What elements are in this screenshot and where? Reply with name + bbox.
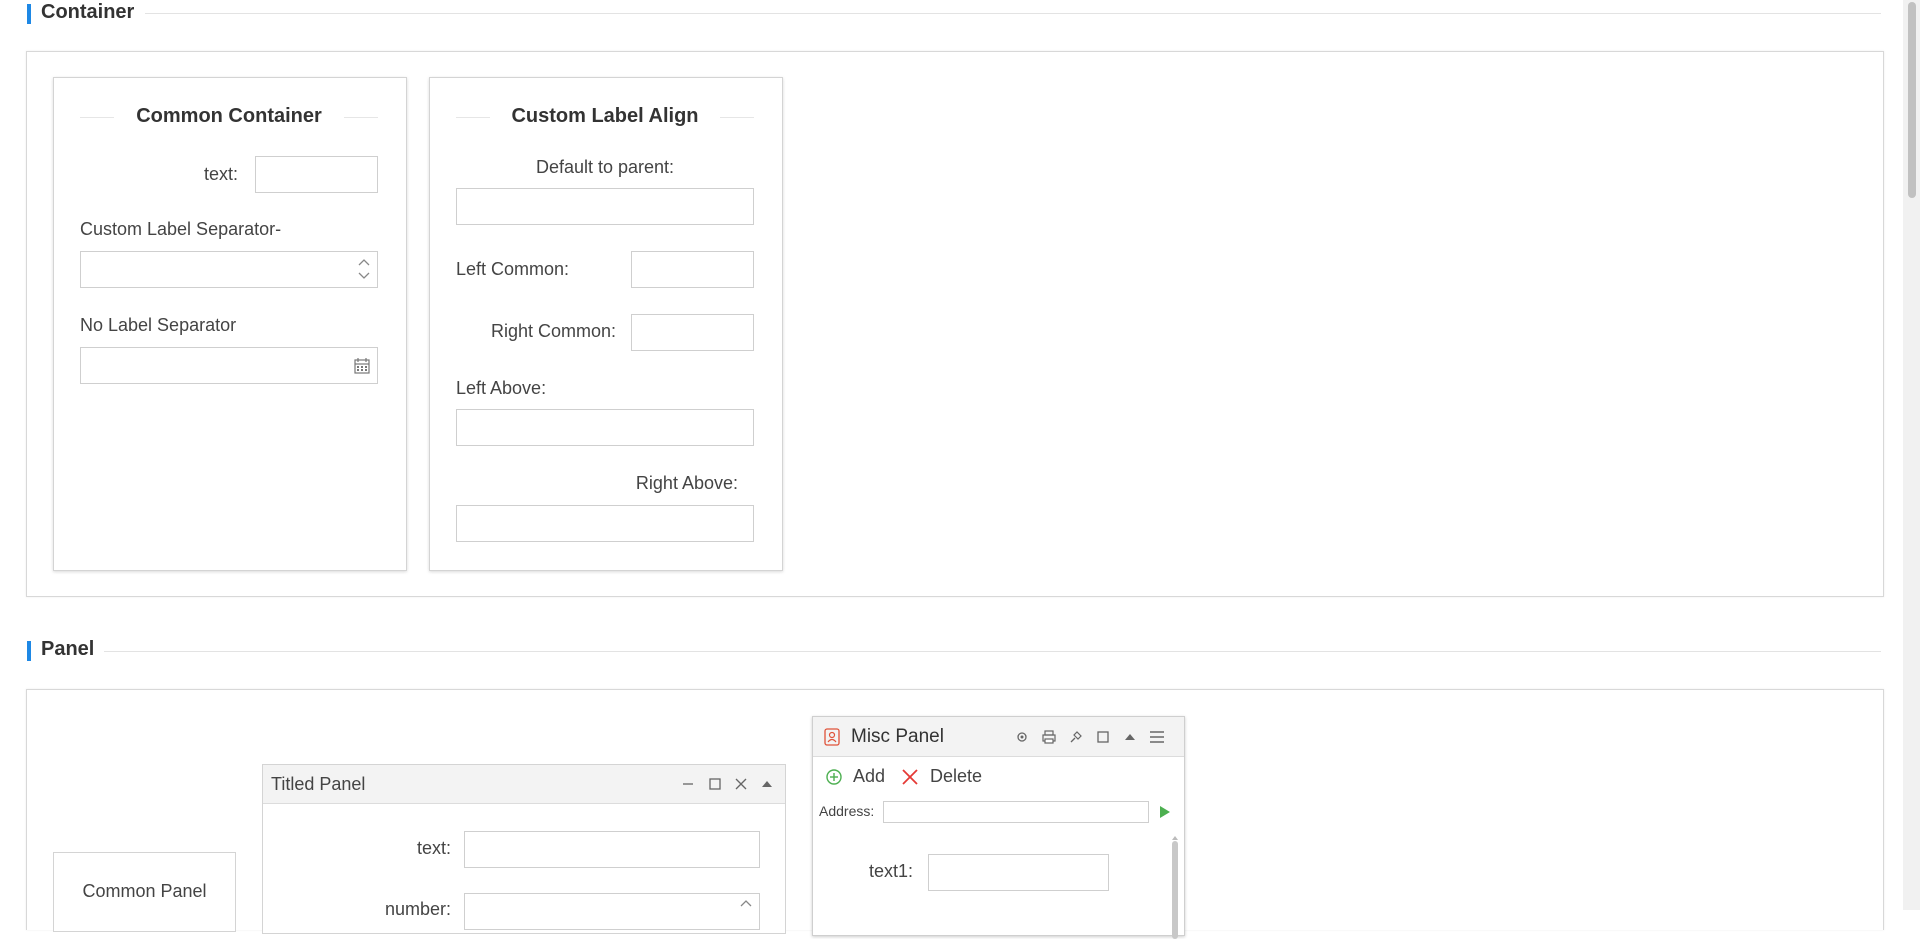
delete-label: Delete: [930, 766, 983, 786]
add-button[interactable]: Add: [826, 765, 896, 789]
no-separator-label: No Label Separator: [80, 315, 237, 335]
text1-label: text1:: [868, 861, 913, 881]
title-rule-left: [456, 117, 490, 118]
section-title: Container: [41, 1, 135, 23]
calendar-icon[interactable]: [353, 357, 371, 375]
collapse-icon[interactable]: [1123, 730, 1137, 744]
default-to-parent-label: Default to parent:: [535, 157, 675, 177]
section-divider: [145, 13, 1881, 14]
common-panel: Common Panel: [53, 852, 236, 932]
delete-x-icon: [902, 769, 918, 785]
card-title: Common Container: [136, 105, 322, 127]
add-label: Add: [853, 766, 886, 786]
section-title: Panel: [41, 638, 95, 660]
stepper-buttons[interactable]: [357, 255, 371, 283]
add-circle-icon: [826, 769, 842, 785]
misc-panel-title: Misc Panel: [851, 726, 944, 747]
text-input[interactable]: [255, 156, 378, 193]
titled-panel-header: Titled Panel: [263, 765, 785, 804]
card-title: Custom Label Align: [511, 105, 699, 127]
custom-label-align-card: Custom Label Align Default to parent: Le…: [429, 77, 783, 571]
titled-panel-title: Titled Panel: [271, 774, 366, 794]
chevron-down-icon[interactable]: [357, 269, 371, 283]
play-icon[interactable]: [1159, 805, 1171, 819]
right-common-input[interactable]: [631, 314, 754, 351]
minimize-icon[interactable]: [681, 777, 695, 791]
page-scroll-thumb[interactable]: [1908, 2, 1916, 198]
gear-icon[interactable]: [1015, 730, 1029, 744]
pin-icon[interactable]: [1069, 730, 1083, 744]
maximize-icon[interactable]: [1096, 730, 1110, 744]
date-input[interactable]: [80, 347, 378, 384]
text-input[interactable]: [464, 831, 760, 868]
section-divider: [104, 651, 1881, 652]
address-label: Address:: [819, 803, 875, 819]
maximize-icon[interactable]: [708, 777, 722, 791]
title-rule-right: [720, 117, 754, 118]
left-common-label: Left Common:: [456, 259, 570, 279]
custom-separator-label: Custom Label Separator-: [80, 219, 282, 239]
scroll-thumb[interactable]: [1172, 841, 1178, 939]
text-label: text:: [203, 164, 238, 184]
misc-panel-header: Misc Panel: [813, 717, 1184, 757]
number-stepper[interactable]: [80, 251, 378, 288]
print-icon[interactable]: [1042, 730, 1056, 744]
right-above-label: Right Above:: [635, 473, 738, 493]
titled-panel: Titled Panel text: number:: [262, 764, 786, 934]
left-common-input[interactable]: [631, 251, 754, 288]
collapse-icon[interactable]: [760, 777, 774, 791]
title-rule-right: [344, 117, 378, 118]
text-label: text:: [416, 838, 451, 858]
left-above-input[interactable]: [456, 409, 754, 446]
common-container-card: Common Container text: Custom Label Sepa…: [53, 77, 407, 571]
text1-input[interactable]: [928, 854, 1109, 891]
right-above-input[interactable]: [456, 505, 754, 542]
section-accent-bar: [27, 4, 31, 24]
inner-scrollbar[interactable]: [1170, 829, 1180, 939]
number-stepper[interactable]: [464, 893, 760, 930]
right-common-label: Right Common:: [490, 321, 616, 341]
default-to-parent-input[interactable]: [456, 188, 754, 225]
left-above-label: Left Above:: [456, 378, 547, 398]
misc-panel: Misc Panel Add Delete Address: text1:: [812, 716, 1185, 939]
section-accent-bar: [27, 641, 31, 661]
page-scrollbar[interactable]: [1903, 0, 1920, 910]
menu-icon[interactable]: [1149, 729, 1165, 745]
contact-card-icon: [824, 728, 840, 746]
scroll-up-icon[interactable]: [1171, 829, 1179, 840]
chevron-up-icon[interactable]: [357, 255, 371, 269]
delete-button[interactable]: Delete: [902, 765, 992, 789]
address-input[interactable]: [883, 801, 1149, 823]
common-panel-title: Common Panel: [82, 881, 207, 901]
chevron-up-icon[interactable]: [739, 896, 753, 910]
close-icon[interactable]: [734, 777, 748, 791]
title-rule-left: [80, 117, 114, 118]
